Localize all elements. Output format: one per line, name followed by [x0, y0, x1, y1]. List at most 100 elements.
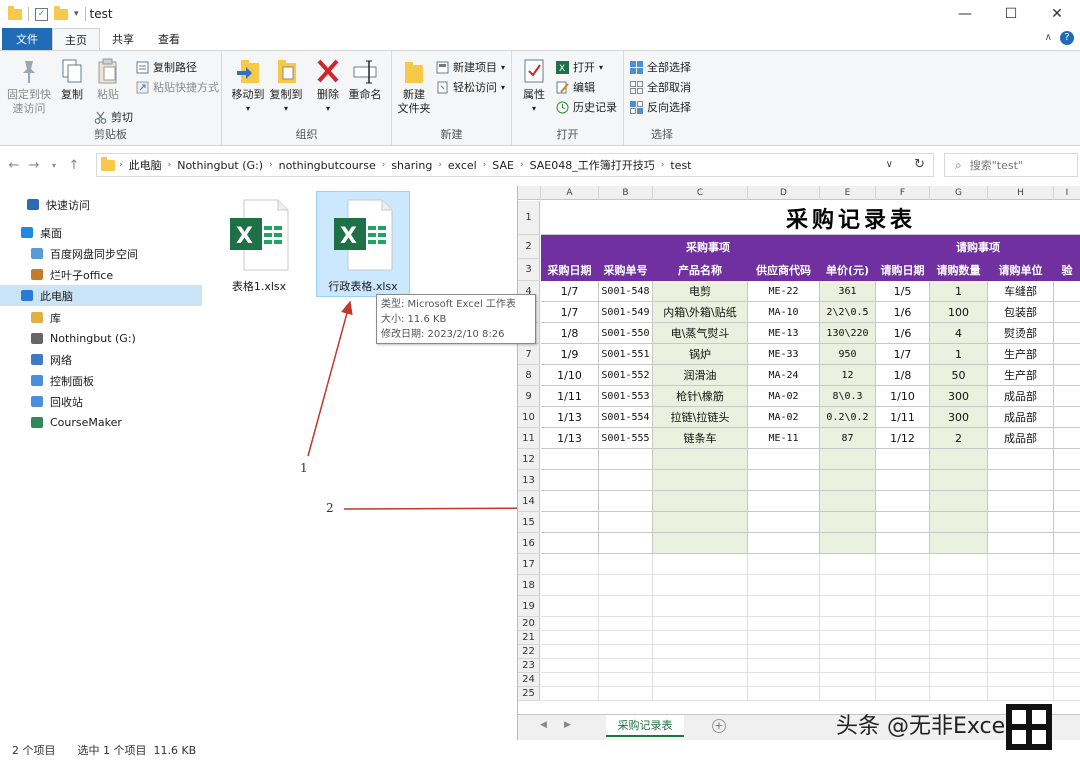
column-header[interactable]: H: [988, 186, 1054, 200]
sheet-cell[interactable]: [1054, 575, 1080, 596]
sheet-cell[interactable]: [541, 687, 599, 701]
sheet-cell[interactable]: [1054, 281, 1080, 302]
sheet-cell[interactable]: [820, 512, 876, 533]
sheet-cell[interactable]: [599, 659, 653, 673]
sheet-cell[interactable]: MA-10: [748, 302, 820, 323]
row-header[interactable]: 3: [518, 259, 540, 281]
sheet-cell[interactable]: [599, 596, 653, 617]
sheet-cell[interactable]: 生产部: [988, 365, 1054, 386]
sheet-cell[interactable]: [876, 575, 930, 596]
sheet-cell[interactable]: [748, 596, 820, 617]
sheet-cell[interactable]: 1/13: [541, 407, 599, 428]
row-header[interactable]: 16: [518, 533, 540, 554]
sheet-cell[interactable]: [930, 596, 988, 617]
sheet-cell[interactable]: [599, 449, 653, 470]
sheet-cell[interactable]: 采购事项: [541, 235, 876, 259]
sheet-cell[interactable]: [748, 575, 820, 596]
column-header[interactable]: I: [1054, 186, 1080, 200]
row-header[interactable]: 15: [518, 512, 540, 533]
sheet-cell[interactable]: 87: [820, 428, 876, 449]
sheet-cell[interactable]: [748, 554, 820, 575]
sheet-cell[interactable]: [876, 554, 930, 575]
row-header[interactable]: 7: [518, 344, 540, 365]
sheet-cell[interactable]: [930, 554, 988, 575]
sheet-cell[interactable]: ME-33: [748, 344, 820, 365]
sheet-cell[interactable]: [876, 449, 930, 470]
column-header[interactable]: G: [930, 186, 988, 200]
sheet-cell[interactable]: [1054, 428, 1080, 449]
sheet-cell[interactable]: [748, 533, 820, 554]
sheet-cell[interactable]: [541, 470, 599, 491]
column-header[interactable]: E: [820, 186, 876, 200]
sheet-cell[interactable]: [820, 470, 876, 491]
sheet-cell[interactable]: [820, 449, 876, 470]
sheet-cell[interactable]: 成品部: [988, 407, 1054, 428]
sheet-cell[interactable]: [653, 673, 748, 687]
sheet-cell[interactable]: [541, 673, 599, 687]
sheet-cell[interactable]: 熨烫部: [988, 323, 1054, 344]
sheet-cell[interactable]: [820, 617, 876, 631]
sheet-cell[interactable]: [930, 659, 988, 673]
sheet-cell[interactable]: [876, 659, 930, 673]
sheet-cell[interactable]: [541, 659, 599, 673]
sheet-cell[interactable]: [541, 617, 599, 631]
sheet-cell[interactable]: [653, 554, 748, 575]
sheet-cell[interactable]: S001-550: [599, 323, 653, 344]
sheet-cell[interactable]: [541, 631, 599, 645]
sheet-cell[interactable]: [876, 673, 930, 687]
sheet-cell[interactable]: MA-24: [748, 365, 820, 386]
sheet-cell[interactable]: 采购日期: [541, 259, 599, 281]
sheet-cell[interactable]: [820, 554, 876, 575]
sheet-cell[interactable]: [930, 673, 988, 687]
row-header[interactable]: 14: [518, 491, 540, 512]
sheet-cell[interactable]: [748, 673, 820, 687]
sheet-cell[interactable]: [820, 687, 876, 701]
sheet-cell[interactable]: 950: [820, 344, 876, 365]
row-header[interactable]: 10: [518, 407, 540, 428]
sheet-cell[interactable]: [541, 575, 599, 596]
sheet-cell[interactable]: [1054, 596, 1080, 617]
sheet-cell[interactable]: [748, 617, 820, 631]
sheet-cell[interactable]: [1054, 512, 1080, 533]
row-header[interactable]: 20: [518, 617, 540, 631]
sheet-cell[interactable]: [876, 617, 930, 631]
sheet-cell[interactable]: [930, 617, 988, 631]
sheet-cell[interactable]: [876, 491, 930, 512]
sheet-cell[interactable]: [820, 659, 876, 673]
sheet-cell[interactable]: 12: [820, 365, 876, 386]
sheet-cell[interactable]: [541, 533, 599, 554]
sheet-cell[interactable]: [748, 470, 820, 491]
sheet-cell[interactable]: 100: [930, 302, 988, 323]
column-header[interactable]: F: [876, 186, 930, 200]
sheet-cell[interactable]: [748, 645, 820, 659]
sheet-cell[interactable]: 0.2\0.2: [820, 407, 876, 428]
sheet-cell[interactable]: 2: [930, 428, 988, 449]
sheet-cell[interactable]: 电剪: [653, 281, 748, 302]
sheet-cell[interactable]: 1/5: [876, 281, 930, 302]
sheet-cell[interactable]: 拉链\拉链头: [653, 407, 748, 428]
sheet-cell[interactable]: [748, 449, 820, 470]
sheet-cell[interactable]: 50: [930, 365, 988, 386]
sheet-cell[interactable]: 枪针\橡筋: [653, 386, 748, 407]
sheet-cell[interactable]: S001-555: [599, 428, 653, 449]
sheet-cell[interactable]: ME-22: [748, 281, 820, 302]
sheet-cell[interactable]: [876, 470, 930, 491]
sheet-cell[interactable]: [1054, 673, 1080, 687]
row-header[interactable]: 19: [518, 596, 540, 617]
sheet-cell[interactable]: [930, 491, 988, 512]
sheet-cell[interactable]: 请购事项: [876, 235, 1080, 259]
sheet-cell[interactable]: 1/7: [876, 344, 930, 365]
sheet-cell[interactable]: 成品部: [988, 428, 1054, 449]
sheet-cell[interactable]: 1/8: [541, 323, 599, 344]
sheet-cell[interactable]: 润滑油: [653, 365, 748, 386]
sheet-cell[interactable]: 300: [930, 407, 988, 428]
sheet-cell[interactable]: [1054, 449, 1080, 470]
sheet-cell[interactable]: [599, 554, 653, 575]
sheet-cell[interactable]: [876, 533, 930, 554]
sheet-cell[interactable]: [1054, 554, 1080, 575]
column-header[interactable]: D: [748, 186, 820, 200]
sheet-cell[interactable]: [930, 631, 988, 645]
sheet-cell[interactable]: [541, 491, 599, 512]
sheet-cell[interactable]: [820, 533, 876, 554]
sheet-cell[interactable]: [1054, 631, 1080, 645]
